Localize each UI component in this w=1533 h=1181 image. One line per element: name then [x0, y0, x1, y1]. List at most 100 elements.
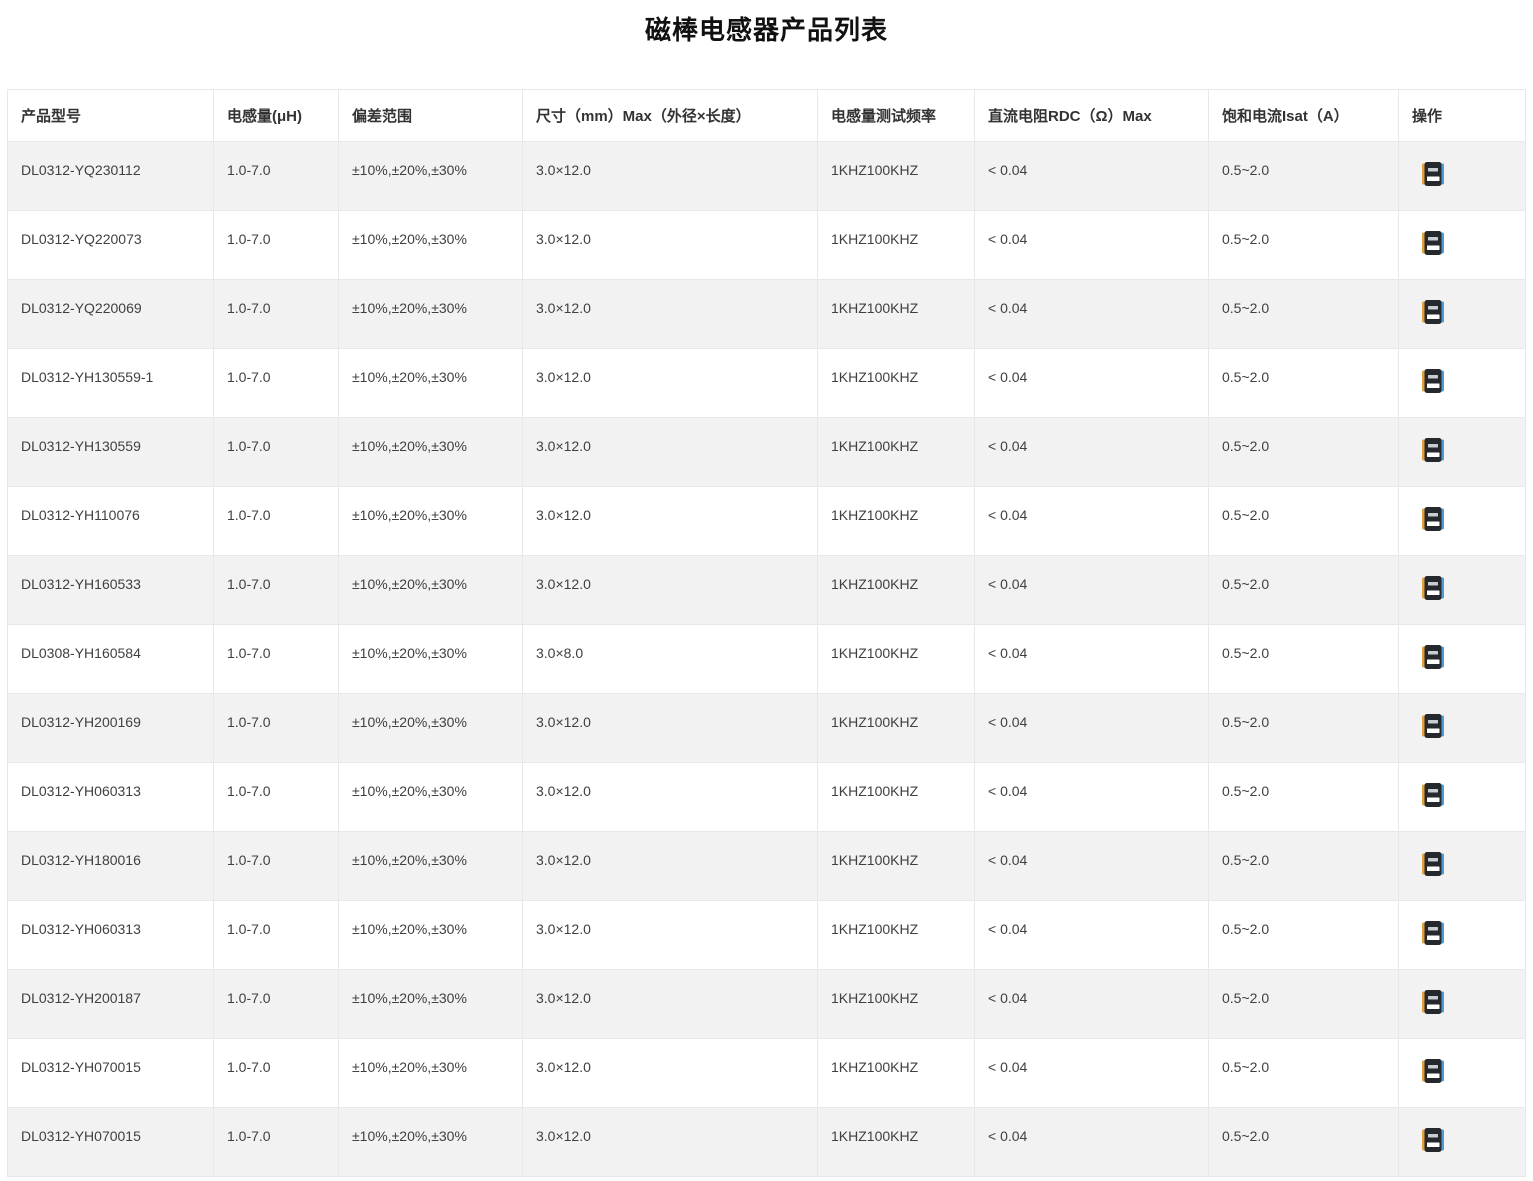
cell-size: 3.0×12.0: [522, 1107, 818, 1177]
cell-isat: 0.5~2.0: [1208, 624, 1399, 694]
book-icon: [1422, 714, 1444, 738]
cell-rdc: < 0.04: [974, 762, 1209, 832]
table-row: DL0312-YQ230112 1.0-7.0 ±10%,±20%,±30% 3…: [7, 141, 1526, 211]
cell-inductance: 1.0-7.0: [213, 417, 339, 487]
cell-isat: 0.5~2.0: [1208, 969, 1399, 1039]
table-row: DL0312-YQ220073 1.0-7.0 ±10%,±20%,±30% 3…: [7, 210, 1526, 280]
cell-inductance: 1.0-7.0: [213, 1038, 339, 1108]
cell-action: [1398, 900, 1526, 970]
datasheet-button[interactable]: [1422, 645, 1444, 669]
cell-rdc: < 0.04: [974, 348, 1209, 418]
cell-inductance: 1.0-7.0: [213, 141, 339, 211]
cell-test-frequency: 1KHZ100KHZ: [817, 762, 975, 832]
cell-tolerance: ±10%,±20%,±30%: [338, 1038, 523, 1108]
cell-tolerance: ±10%,±20%,±30%: [338, 141, 523, 211]
cell-rdc: < 0.04: [974, 279, 1209, 349]
cell-isat: 0.5~2.0: [1208, 1038, 1399, 1108]
cell-size: 3.0×12.0: [522, 1038, 818, 1108]
cell-action: [1398, 762, 1526, 832]
cell-rdc: < 0.04: [974, 210, 1209, 280]
cell-action: [1398, 624, 1526, 694]
cell-tolerance: ±10%,±20%,±30%: [338, 486, 523, 556]
column-header-4: 尺寸（mm）Max（外径×长度）: [522, 89, 818, 142]
cell-size: 3.0×12.0: [522, 555, 818, 625]
book-icon: [1422, 300, 1444, 324]
cell-tolerance: ±10%,±20%,±30%: [338, 831, 523, 901]
cell-rdc: < 0.04: [974, 624, 1209, 694]
table-row: DL0312-YH070015 1.0-7.0 ±10%,±20%,±30% 3…: [7, 1038, 1526, 1108]
cell-model: DL0312-YH200169: [7, 693, 214, 763]
datasheet-button[interactable]: [1422, 438, 1444, 462]
table-row: DL0312-YH110076 1.0-7.0 ±10%,±20%,±30% 3…: [7, 486, 1526, 556]
book-icon: [1422, 645, 1444, 669]
datasheet-button[interactable]: [1422, 231, 1444, 255]
table-row: DL0312-YQ220069 1.0-7.0 ±10%,±20%,±30% 3…: [7, 279, 1526, 349]
cell-inductance: 1.0-7.0: [213, 831, 339, 901]
cell-inductance: 1.0-7.0: [213, 624, 339, 694]
cell-test-frequency: 1KHZ100KHZ: [817, 210, 975, 280]
cell-action: [1398, 1038, 1526, 1108]
cell-model: DL0312-YQ230112: [7, 141, 214, 211]
datasheet-button[interactable]: [1422, 1059, 1444, 1083]
cell-action: [1398, 210, 1526, 280]
cell-rdc: < 0.04: [974, 693, 1209, 763]
cell-size: 3.0×12.0: [522, 762, 818, 832]
cell-inductance: 1.0-7.0: [213, 210, 339, 280]
cell-size: 3.0×12.0: [522, 141, 818, 211]
cell-model: DL0312-YH160533: [7, 555, 214, 625]
book-icon: [1422, 576, 1444, 600]
book-icon: [1422, 162, 1444, 186]
datasheet-button[interactable]: [1422, 921, 1444, 945]
book-icon: [1422, 1059, 1444, 1083]
datasheet-button[interactable]: [1422, 714, 1444, 738]
column-header-8: 操作: [1398, 89, 1526, 142]
cell-inductance: 1.0-7.0: [213, 279, 339, 349]
cell-model: DL0312-YH110076: [7, 486, 214, 556]
cell-isat: 0.5~2.0: [1208, 555, 1399, 625]
cell-tolerance: ±10%,±20%,±30%: [338, 624, 523, 694]
datasheet-button[interactable]: [1422, 852, 1444, 876]
cell-inductance: 1.0-7.0: [213, 693, 339, 763]
cell-size: 3.0×12.0: [522, 417, 818, 487]
header-row: 产品型号 电感量(μH) 偏差范围 尺寸（mm）Max（外径×长度） 电感量测试频率 直流…: [7, 89, 1526, 142]
datasheet-button[interactable]: [1422, 369, 1444, 393]
datasheet-button[interactable]: [1422, 162, 1444, 186]
datasheet-button[interactable]: [1422, 1128, 1444, 1152]
cell-test-frequency: 1KHZ100KHZ: [817, 486, 975, 556]
datasheet-button[interactable]: [1422, 783, 1444, 807]
cell-test-frequency: 1KHZ100KHZ: [817, 141, 975, 211]
cell-test-frequency: 1KHZ100KHZ: [817, 1038, 975, 1108]
cell-isat: 0.5~2.0: [1208, 141, 1399, 211]
cell-rdc: < 0.04: [974, 417, 1209, 487]
datasheet-button[interactable]: [1422, 507, 1444, 531]
cell-isat: 0.5~2.0: [1208, 279, 1399, 349]
cell-rdc: < 0.04: [974, 555, 1209, 625]
cell-inductance: 1.0-7.0: [213, 900, 339, 970]
page: 磁棒电感器产品列表 产品型号 电感量(μH) 偏差范围 尺寸（mm）Max（外径×长度…: [0, 0, 1533, 1177]
table-row: DL0312-YH200169 1.0-7.0 ±10%,±20%,±30% 3…: [7, 693, 1526, 763]
datasheet-button[interactable]: [1422, 576, 1444, 600]
cell-tolerance: ±10%,±20%,±30%: [338, 762, 523, 832]
column-header-2: 电感量(μH): [213, 89, 339, 142]
cell-test-frequency: 1KHZ100KHZ: [817, 417, 975, 487]
cell-rdc: < 0.04: [974, 141, 1209, 211]
cell-rdc: < 0.04: [974, 1107, 1209, 1177]
cell-action: [1398, 693, 1526, 763]
cell-inductance: 1.0-7.0: [213, 486, 339, 556]
table-row: DL0312-YH130559 1.0-7.0 ±10%,±20%,±30% 3…: [7, 417, 1526, 487]
cell-test-frequency: 1KHZ100KHZ: [817, 969, 975, 1039]
datasheet-button[interactable]: [1422, 300, 1444, 324]
cell-tolerance: ±10%,±20%,±30%: [338, 900, 523, 970]
cell-test-frequency: 1KHZ100KHZ: [817, 693, 975, 763]
cell-inductance: 1.0-7.0: [213, 555, 339, 625]
table-row: DL0312-YH160533 1.0-7.0 ±10%,±20%,±30% 3…: [7, 555, 1526, 625]
cell-model: DL0312-YH130559-1: [7, 348, 214, 418]
column-header-7: 饱和电流Isat（A）: [1208, 89, 1399, 142]
book-icon: [1422, 231, 1444, 255]
cell-model: DL0312-YH060313: [7, 762, 214, 832]
column-header-1: 产品型号: [7, 89, 214, 142]
cell-tolerance: ±10%,±20%,±30%: [338, 348, 523, 418]
datasheet-button[interactable]: [1422, 990, 1444, 1014]
cell-size: 3.0×12.0: [522, 831, 818, 901]
column-header-5: 电感量测试频率: [817, 89, 975, 142]
